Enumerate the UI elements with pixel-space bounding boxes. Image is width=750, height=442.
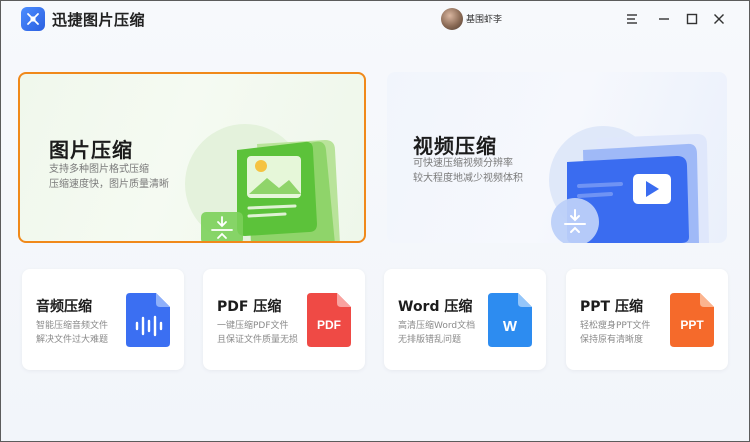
desc-line: 且保证文件质量无损 — [217, 335, 299, 345]
menu-icon[interactable] — [623, 10, 641, 28]
word-icon-label: W — [503, 318, 518, 335]
ppt-icon-label: PPT — [680, 318, 704, 332]
desc-line: 智能压缩音频文件 — [36, 321, 109, 331]
app-window: 迅捷图片压缩 基围虾李 图片压缩 支持多种图片格式压缩 压缩速度快，图片质量清晰… — [0, 0, 750, 442]
word-file-icon: W — [488, 293, 532, 347]
desc-line: 支持多种图片格式压缩 — [49, 164, 149, 175]
desc-line: 较大程度地减少视频体积 — [413, 173, 523, 184]
avatar[interactable] — [441, 8, 463, 30]
pdf-compress-desc: 一键压缩PDF文件 且保证文件质量无损 — [217, 319, 298, 347]
ppt-file-icon: PPT — [670, 293, 714, 347]
video-illustration-icon — [549, 126, 709, 243]
pdf-compress-title: PDF 压缩 — [217, 299, 282, 315]
word-compress-desc: 高清压缩Word文档 无排版错乱问题 — [398, 319, 475, 347]
video-compress-desc: 可快速压缩视频分辨率 较大程度地减少视频体积 — [413, 156, 523, 186]
pdf-file-icon: PDF — [307, 293, 351, 347]
minimize-icon[interactable] — [655, 10, 673, 28]
image-illustration-icon — [185, 124, 340, 241]
audio-compress-title: 音频压缩 — [36, 299, 92, 315]
desc-line: 可快速压缩视频分辨率 — [413, 158, 513, 169]
app-title: 迅捷图片压缩 — [52, 11, 146, 29]
audio-compress-desc: 智能压缩音频文件 解决文件过大难题 — [36, 319, 108, 347]
desc-line: 压缩速度快，图片质量清晰 — [49, 179, 169, 190]
close-icon[interactable] — [710, 10, 728, 28]
audio-compress-card[interactable]: 音频压缩 智能压缩音频文件 解决文件过大难题 — [22, 269, 184, 370]
desc-line: 无排版错乱问题 — [398, 335, 462, 345]
ppt-compress-card[interactable]: PPT 压缩 轻松瘦身PPT文件 保持原有清晰度 PPT — [566, 269, 728, 370]
word-compress-title: Word 压缩 — [398, 299, 473, 315]
desc-line: 保持原有清晰度 — [580, 335, 644, 345]
pdf-icon-label: PDF — [317, 318, 341, 332]
ppt-compress-desc: 轻松瘦身PPT文件 保持原有清晰度 — [580, 319, 650, 347]
ppt-compress-title: PPT 压缩 — [580, 299, 643, 315]
desc-line: 解决文件过大难题 — [36, 335, 109, 345]
desc-line: 高清压缩Word文档 — [398, 321, 476, 331]
username[interactable]: 基围虾李 — [466, 12, 502, 25]
video-compress-title: 视频压缩 — [413, 134, 497, 158]
word-compress-card[interactable]: Word 压缩 高清压缩Word文档 无排版错乱问题 W — [384, 269, 546, 370]
desc-line: 一键压缩PDF文件 — [217, 321, 289, 331]
app-logo-icon — [21, 7, 45, 31]
desc-line: 轻松瘦身PPT文件 — [580, 321, 651, 331]
video-compress-card[interactable]: 视频压缩 可快速压缩视频分辨率 较大程度地减少视频体积 — [387, 72, 727, 243]
pdf-compress-card[interactable]: PDF 压缩 一键压缩PDF文件 且保证文件质量无损 PDF — [203, 269, 365, 370]
audio-file-icon — [126, 293, 170, 347]
maximize-icon[interactable] — [683, 10, 701, 28]
image-compress-card[interactable]: 图片压缩 支持多种图片格式压缩 压缩速度快，图片质量清晰 — [18, 72, 366, 243]
image-compress-desc: 支持多种图片格式压缩 压缩速度快，图片质量清晰 — [49, 162, 169, 192]
image-compress-title: 图片压缩 — [49, 138, 133, 162]
title-bar: 迅捷图片压缩 基围虾李 — [1, 1, 749, 37]
